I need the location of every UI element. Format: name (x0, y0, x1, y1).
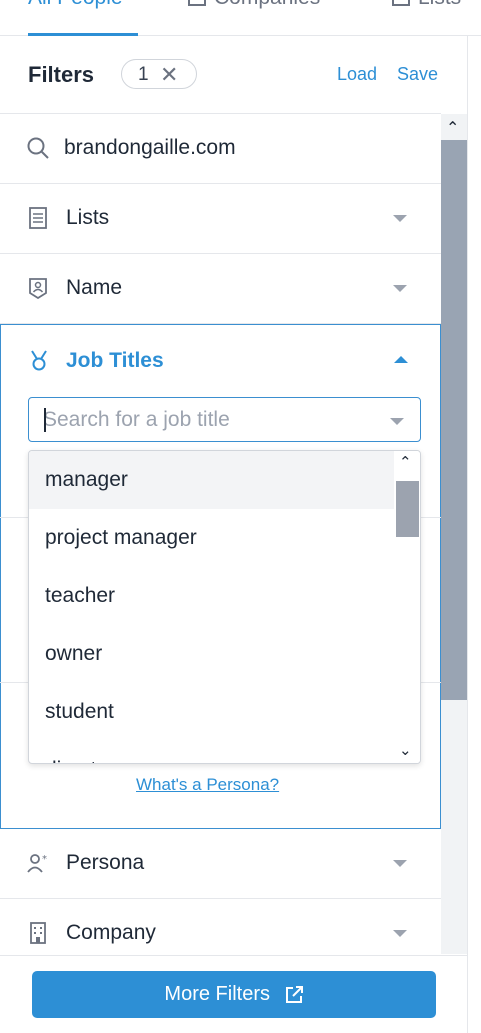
filter-label-name: Name (66, 276, 123, 299)
svg-text:*: * (42, 854, 47, 865)
tab-lists[interactable]: Lists (392, 0, 461, 10)
filters-header: Filters 1 ✕ Load Save (0, 36, 441, 114)
panel-divider (467, 36, 468, 1033)
list-item[interactable]: teacher (29, 567, 394, 625)
dropdown-scrollbar-thumb[interactable] (396, 481, 419, 537)
list-item[interactable]: student (29, 683, 394, 741)
divider (421, 517, 441, 518)
filter-label-job-titles[interactable]: Job Titles (66, 349, 164, 373)
list-icon (392, 0, 410, 7)
filter-count-number: 1 (138, 64, 149, 85)
external-link-icon (285, 985, 303, 1003)
list-icon (29, 207, 47, 229)
clear-filters-icon[interactable]: ✕ (160, 62, 178, 88)
job-title-suggestions-list[interactable]: manager project manager teacher owner st… (28, 450, 421, 764)
whats-a-persona-link[interactable]: What's a Persona? (136, 775, 279, 795)
filter-row-lists[interactable]: Lists (0, 184, 441, 254)
tab-all-people[interactable]: All People (28, 0, 123, 10)
scroll-down-arrow-icon[interactable]: ⌄ (399, 741, 412, 759)
scroll-up-arrow-icon[interactable]: ⌃ (446, 118, 459, 138)
list-item[interactable]: director (29, 741, 394, 763)
filter-row-name[interactable]: Name (0, 254, 441, 324)
job-title-search-field[interactable] (28, 397, 421, 442)
filter-row-keyword[interactable]: brandongaille.com (0, 114, 441, 184)
award-icon (31, 350, 47, 371)
job-title-search-input[interactable] (43, 406, 373, 434)
building-icon (30, 922, 46, 944)
chevron-down-icon (393, 215, 407, 222)
badge-person-icon (29, 278, 47, 299)
keyword-value: brandongaille.com (64, 136, 236, 159)
chevron-up-icon[interactable] (394, 356, 408, 363)
active-filter-count-badge[interactable]: 1 ✕ (121, 59, 197, 89)
list-item[interactable]: owner (29, 625, 394, 683)
chevron-down-icon (393, 860, 407, 867)
filter-label-company: Company (66, 921, 156, 944)
filters-title: Filters (28, 62, 95, 87)
filter-row-persona[interactable]: * Persona (0, 829, 441, 899)
divider (0, 682, 28, 683)
chevron-down-icon (393, 930, 407, 937)
divider (0, 517, 28, 518)
top-tabs: All People Companies Lists (0, 0, 481, 36)
search-icon (27, 137, 49, 159)
filter-label-lists: Lists (66, 206, 110, 229)
filter-label-persona: Persona (66, 851, 145, 874)
list-item[interactable]: project manager (29, 509, 394, 567)
panel-scrollbar-thumb[interactable] (441, 140, 467, 700)
load-filters-link[interactable]: Load (337, 64, 377, 85)
text-cursor (44, 408, 46, 432)
more-filters-button[interactable]: More Filters (32, 971, 436, 1018)
chevron-down-icon (393, 285, 407, 292)
divider (421, 682, 441, 683)
tab-companies[interactable]: Companies (188, 0, 320, 10)
list-item[interactable]: manager (29, 451, 394, 509)
persona-icon: * (27, 854, 47, 873)
scroll-up-arrow-icon[interactable]: ⌃ (399, 453, 412, 471)
save-filters-link[interactable]: Save (397, 64, 438, 85)
chevron-down-icon[interactable] (390, 418, 404, 425)
building-icon (188, 0, 206, 7)
more-filters-label: More Filters (164, 983, 270, 1005)
